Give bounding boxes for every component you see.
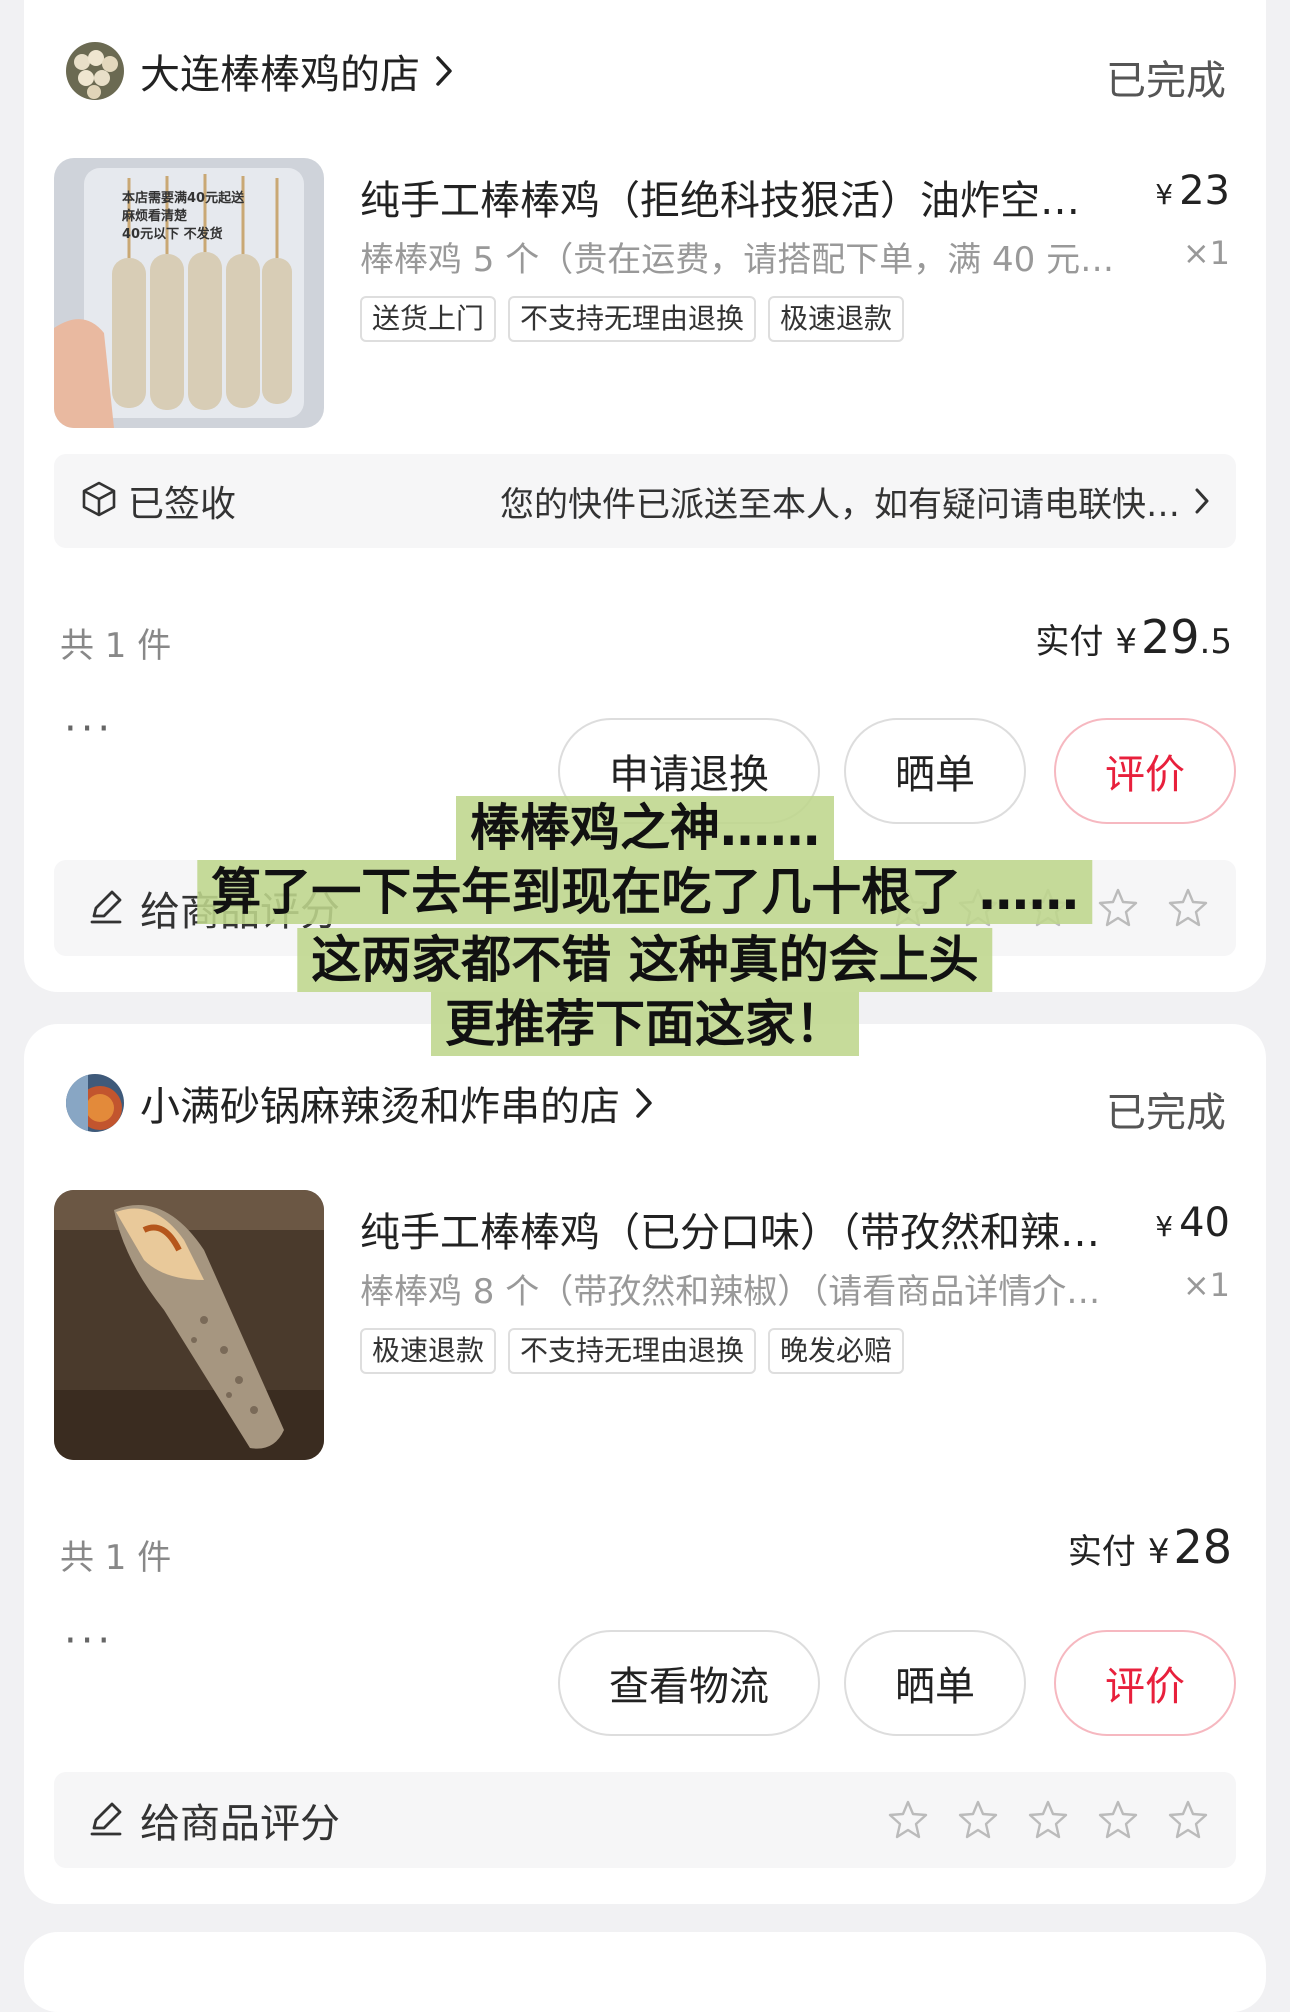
- product-qty: ×1: [1182, 1266, 1230, 1304]
- star-outline-icon[interactable]: [1166, 886, 1210, 930]
- paid-integer: 28: [1173, 1520, 1232, 1574]
- share-order-button[interactable]: 晒单: [844, 1630, 1026, 1736]
- star-rating[interactable]: [886, 1798, 1210, 1842]
- chevron-right-icon: [434, 54, 454, 88]
- chevron-right-icon: [634, 1086, 654, 1120]
- star-outline-icon[interactable]: [1096, 886, 1140, 930]
- price-value: 40: [1179, 1200, 1230, 1246]
- star-outline-icon[interactable]: [1096, 1798, 1140, 1842]
- paid-integer: 29: [1141, 610, 1200, 664]
- shop-avatar: [66, 42, 124, 100]
- currency-symbol: ¥: [1115, 622, 1137, 662]
- thumb-text-1: 本店需要满40元起送: [122, 190, 245, 206]
- order-status: 已完成: [1106, 1090, 1226, 1136]
- product-title[interactable]: 纯手工棒棒鸡（已分口味）（带孜然和辣椒）: [360, 1200, 1102, 1258]
- paid-label: 实付: [1035, 622, 1104, 662]
- caption-line-4: 更推荐下面这家！: [431, 992, 859, 1056]
- review-button[interactable]: 评价: [1054, 1630, 1236, 1736]
- service-tag: 不支持无理由退换: [508, 1328, 757, 1374]
- star-outline-icon[interactable]: [886, 1798, 930, 1842]
- product-price: ¥ 23: [1155, 168, 1230, 214]
- item-count: 共 1 件: [60, 626, 172, 666]
- currency-symbol: ¥: [1155, 178, 1174, 211]
- caption-line-2: 算了一下去年到现在吃了几十根了 ……: [197, 860, 1093, 924]
- more-dots-icon[interactable]: ···: [64, 706, 114, 752]
- paid-decimal: .5: [1199, 622, 1232, 662]
- product-price: ¥ 40: [1155, 1200, 1230, 1246]
- logistics-bar[interactable]: 已签收 您的快件已派送至本人，如有疑问请电联快…: [54, 454, 1236, 548]
- shop-name: 小满砂锅麻辣烫和炸串的店: [140, 1084, 620, 1130]
- shop-header[interactable]: 大连棒棒鸡的店: [66, 42, 454, 100]
- logistics-message: 您的快件已派送至本人，如有疑问请电联快…: [500, 484, 1180, 525]
- paid-amount: 实付 ¥ 28: [1068, 1520, 1232, 1574]
- service-tags: 极速退款 不支持无理由退换 晚发必赔: [360, 1328, 905, 1374]
- service-tag: 极速退款: [768, 296, 905, 342]
- currency-symbol: ¥: [1155, 1210, 1174, 1243]
- service-tag: 极速退款: [360, 1328, 497, 1374]
- order-card-3-partial: [24, 1932, 1266, 2012]
- product-title[interactable]: 纯手工棒棒鸡（拒绝科技狠活）油炸空气炸锅: [360, 168, 1084, 226]
- caption-line-3: 这两家都不错 这种真的会上头: [297, 928, 993, 992]
- pencil-icon: [86, 886, 126, 930]
- service-tag: 晚发必赔: [768, 1328, 905, 1374]
- order-status: 已完成: [1106, 58, 1226, 104]
- product-thumbnail[interactable]: [54, 1190, 324, 1460]
- price-value: 23: [1179, 168, 1230, 214]
- package-icon: [80, 480, 118, 522]
- service-tag: 送货上门: [360, 296, 497, 342]
- chevron-right-icon: [1194, 487, 1210, 515]
- currency-symbol: ¥: [1147, 1532, 1170, 1572]
- product-qty: ×1: [1182, 234, 1230, 272]
- rate-product-bar[interactable]: 给商品评分: [54, 1772, 1236, 1868]
- shop-header[interactable]: 小满砂锅麻辣烫和炸串的店: [66, 1074, 654, 1132]
- paid-amount: 实付 ¥ 29 .5: [1035, 610, 1232, 664]
- paid-label: 实付: [1067, 1532, 1136, 1572]
- order-card-2: 小满砂锅麻辣烫和炸串的店 已完成 纯手工棒棒鸡（已分口味）（带孜然和辣椒） ¥ …: [24, 1024, 1266, 1904]
- rate-label: 给商品评分: [140, 1801, 340, 1847]
- shop-name: 大连棒棒鸡的店: [140, 52, 420, 98]
- product-spec: 棒棒鸡 8 个（带孜然和辣椒）（请看商品详情介绍）: [360, 1272, 1122, 1312]
- track-logistics-button[interactable]: 查看物流: [558, 1630, 820, 1736]
- thumb-text-3: 40元以下 不发货: [122, 226, 223, 242]
- thumb-text-2: 麻烦看清楚: [121, 208, 188, 224]
- product-spec: 棒棒鸡 5 个（贵在运费，请搭配下单，满 40 元发货）: [360, 240, 1122, 280]
- star-outline-icon[interactable]: [1166, 1798, 1210, 1842]
- share-order-button[interactable]: 晒单: [844, 718, 1026, 824]
- caption-line-1: 棒棒鸡之神……: [456, 796, 834, 860]
- logistics-status: 已签收: [128, 484, 237, 525]
- review-button[interactable]: 评价: [1054, 718, 1236, 824]
- service-tags: 送货上门 不支持无理由退换 极速退款: [360, 296, 905, 342]
- more-dots-icon[interactable]: ···: [64, 1618, 114, 1664]
- item-count: 共 1 件: [60, 1538, 172, 1578]
- shop-avatar: [66, 1074, 124, 1132]
- product-thumbnail[interactable]: 本店需要满40元起送 麻烦看清楚 40元以下 不发货: [54, 158, 324, 428]
- service-tag: 不支持无理由退换: [508, 296, 757, 342]
- star-outline-icon[interactable]: [956, 1798, 1000, 1842]
- star-outline-icon[interactable]: [1026, 1798, 1070, 1842]
- pencil-icon: [86, 1798, 126, 1842]
